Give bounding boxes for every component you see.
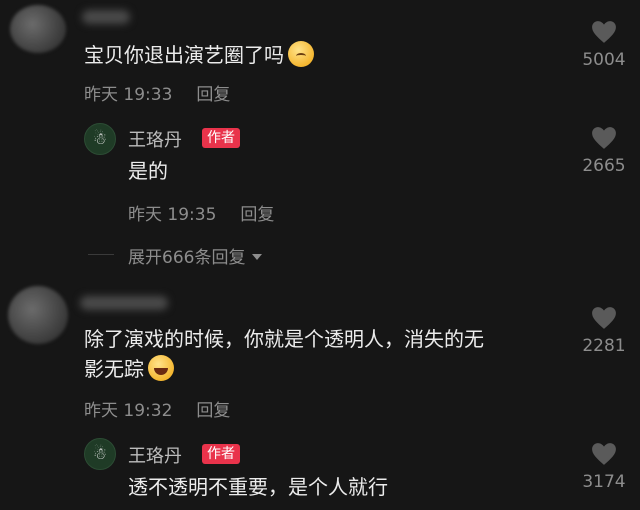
- heart-icon: [592, 21, 616, 43]
- like-count: 2281: [582, 336, 626, 356]
- like-button[interactable]: 3174: [574, 442, 634, 492]
- reply-time: 昨天 19:35: [128, 205, 217, 225]
- heart-icon: [592, 127, 616, 149]
- reply-meta: 昨天 19:35 回复: [128, 200, 274, 225]
- author-name[interactable]: 王珞丹: [128, 442, 182, 468]
- commenter-avatar[interactable]: [8, 286, 68, 344]
- reply-button[interactable]: 回复: [196, 401, 230, 421]
- reply-text: 是的: [128, 159, 168, 183]
- author-name[interactable]: 王珞丹: [128, 126, 182, 152]
- like-button[interactable]: 2665: [574, 126, 634, 176]
- reply-button[interactable]: 回复: [240, 205, 274, 225]
- comment-text: 除了演戏的时候，你就是个透明人，消失的无 影无踪: [84, 327, 484, 381]
- commenter-name-blurred[interactable]: [80, 296, 168, 310]
- reply-button[interactable]: 回复: [196, 85, 230, 105]
- commenter-name-blurred[interactable]: [82, 10, 130, 24]
- author-badge: 作者: [202, 444, 240, 464]
- expand-replies-label: 展开666条回复: [128, 248, 246, 268]
- author-avatar[interactable]: ☃: [84, 123, 116, 155]
- like-count: 3174: [582, 472, 626, 492]
- comment-meta: 昨天 19:33 回复: [84, 80, 230, 105]
- heart-icon: [592, 307, 616, 329]
- expand-replies-button[interactable]: 展开666条回复: [128, 243, 263, 268]
- comment-meta: 昨天 19:32 回复: [84, 396, 230, 421]
- comment-time: 昨天 19:33: [84, 85, 173, 105]
- chevron-down-icon: [251, 254, 262, 260]
- like-count: 5004: [582, 50, 626, 70]
- comment-text: 宝贝你退出演艺圈了吗: [84, 40, 314, 70]
- sleepy-face-emoji: [288, 41, 314, 67]
- like-count: 2665: [582, 156, 626, 176]
- laughing-tears-emoji: [148, 355, 174, 381]
- author-avatar[interactable]: ☃: [84, 438, 116, 470]
- like-button[interactable]: 5004: [574, 20, 634, 70]
- comment-time: 昨天 19:32: [84, 401, 173, 421]
- commenter-avatar[interactable]: [10, 5, 66, 53]
- heart-icon: [592, 443, 616, 465]
- author-badge: 作者: [202, 128, 240, 148]
- expand-divider: [88, 254, 114, 255]
- reply-text: 透不透明不重要，是个人就行: [128, 475, 388, 499]
- like-button[interactable]: 2281: [574, 306, 634, 356]
